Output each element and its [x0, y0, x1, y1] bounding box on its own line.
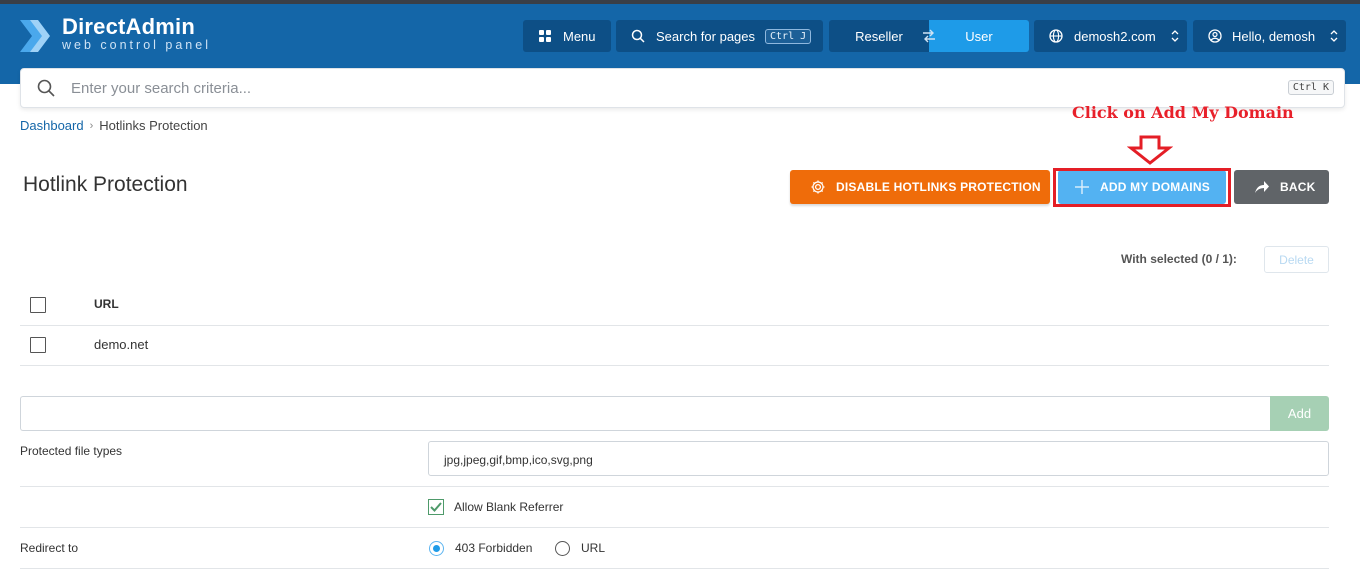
breadcrumb: Dashboard › Hotlinks Protection	[20, 118, 208, 133]
user-label: Hello, demosh	[1232, 28, 1316, 44]
delete-button[interactable]: Delete	[1264, 246, 1329, 273]
down-arrow-icon	[1127, 135, 1173, 165]
table-divider	[20, 365, 1329, 366]
search-icon	[631, 29, 645, 43]
protected-file-types-label: Protected file types	[20, 444, 123, 458]
grid-icon	[539, 30, 551, 42]
updown-caret-icon	[1171, 30, 1179, 42]
globe-icon	[1049, 29, 1063, 43]
add-url-button[interactable]: Add	[1270, 396, 1329, 431]
back-button[interactable]: BACK	[1234, 170, 1329, 204]
search-input[interactable]	[71, 75, 1271, 101]
breadcrumb-current: Hotlinks Protection	[99, 118, 208, 133]
form-divider	[20, 527, 1329, 528]
directadmin-logo-icon	[20, 20, 50, 52]
select-all-checkbox[interactable]	[30, 297, 46, 313]
table-divider	[20, 325, 1329, 326]
global-search-bar[interactable]: Ctrl K	[20, 68, 1345, 108]
chevron-right-icon: ›	[89, 119, 94, 132]
checkmark-icon	[430, 502, 442, 512]
user-icon	[1208, 29, 1222, 43]
role-toggle[interactable]: Reseller User	[829, 20, 1029, 52]
disable-hotlinks-button[interactable]: DISABLE HOTLINKS PROTECTION	[790, 170, 1050, 204]
allow-blank-referrer-checkbox[interactable]	[428, 499, 444, 515]
allow-blank-referrer-label: Allow Blank Referrer	[454, 500, 564, 514]
logo-title: DirectAdmin	[62, 14, 195, 39]
domain-label: demosh2.com	[1074, 28, 1156, 44]
redirect-url-label: URL	[581, 541, 606, 555]
gear-icon	[811, 180, 825, 194]
share-arrow-icon	[1255, 181, 1269, 193]
role-user-option[interactable]: User	[929, 20, 1029, 52]
domain-selector[interactable]: demosh2.com	[1034, 20, 1187, 52]
table-row-url: demo.net	[94, 337, 149, 352]
redirect-403-label: 403 Forbidden	[455, 541, 533, 555]
with-selected-count: With selected (0 / 1):	[1121, 252, 1237, 266]
search-pages-label: Search for pages	[656, 28, 756, 44]
search-pages-shortcut: Ctrl J	[765, 28, 812, 44]
menu-button[interactable]: Menu	[523, 20, 611, 52]
logo[interactable]: DirectAdmin web control panel	[18, 16, 211, 56]
disable-hotlinks-label: DISABLE HOTLINKS PROTECTION	[836, 180, 1041, 194]
search-icon	[37, 79, 55, 97]
redirect-to-label: Redirect to	[20, 541, 79, 555]
url-column-header: URL	[94, 297, 119, 311]
role-reseller-label: Reseller	[855, 28, 903, 44]
redirect-url-radio[interactable]	[555, 541, 570, 556]
redirect-403-radio[interactable]	[429, 541, 444, 556]
highlight-box	[1053, 168, 1231, 207]
breadcrumb-dashboard-link[interactable]: Dashboard	[20, 118, 84, 133]
protected-file-types-input[interactable]: jpg,jpeg,gif,bmp,ico,svg,png	[428, 441, 1329, 476]
role-user-label: User	[965, 28, 993, 44]
annotation-text: Click on Add My Domain	[1072, 103, 1294, 122]
updown-caret-icon	[1330, 30, 1338, 42]
role-reseller-option[interactable]: Reseller	[829, 20, 929, 52]
row-checkbox[interactable]	[30, 337, 46, 353]
swap-icon	[923, 29, 935, 43]
logo-subtitle: web control panel	[62, 38, 211, 52]
add-url-input[interactable]	[20, 396, 1271, 431]
form-divider	[20, 486, 1329, 487]
back-label: BACK	[1280, 180, 1316, 194]
menu-label: Menu	[563, 28, 596, 44]
page-title: Hotlink Protection	[23, 173, 188, 196]
search-pages-button[interactable]: Search for pages Ctrl J	[616, 20, 823, 52]
form-divider	[20, 568, 1329, 569]
search-shortcut: Ctrl K	[1287, 80, 1334, 95]
user-menu[interactable]: Hello, demosh	[1193, 20, 1346, 52]
